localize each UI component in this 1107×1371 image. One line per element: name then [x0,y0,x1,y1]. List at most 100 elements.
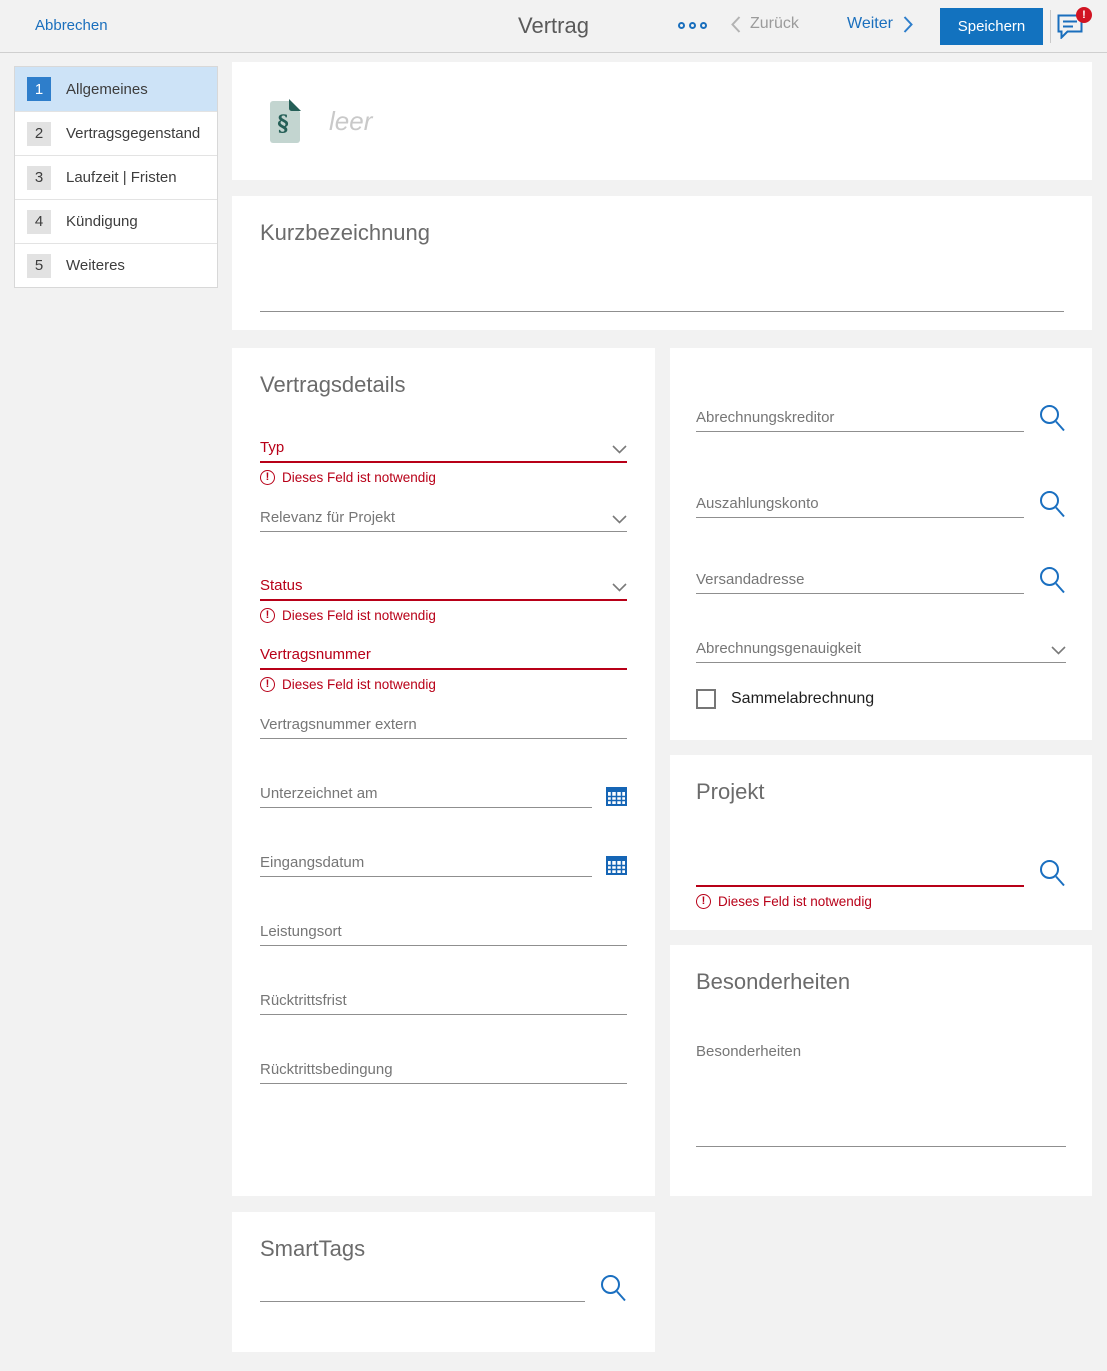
chevron-down-icon [1051,646,1066,655]
dot-icon [700,22,707,29]
eingangsdatum-label: Eingangsdatum [260,854,364,871]
vertragsnummer-input[interactable]: Vertragsnummer [260,645,627,670]
sidebar-item-vertragsgegenstand[interactable]: 2 Vertragsgegenstand [15,111,217,155]
search-icon[interactable] [1038,490,1066,518]
abrechnungskreditor-input[interactable]: Abrechnungskreditor [696,407,1024,432]
smarttags-input[interactable] [260,1277,585,1302]
eingangsdatum-field: Eingangsdatum [260,852,627,877]
back-label: Zurück [750,15,799,33]
kurzbezeichnung-card: Kurzbezeichnung [232,196,1092,330]
paragraph-document-icon: § [268,98,302,145]
sidebar-item-laufzeit-fristen[interactable]: 3 Laufzeit | Fristen [15,155,217,199]
record-name-placeholder[interactable]: leer [329,106,372,137]
save-button[interactable]: Speichern [940,8,1043,45]
search-icon[interactable] [599,1274,627,1302]
smarttags-title: SmartTags [260,1236,627,1262]
search-icon[interactable] [1038,859,1066,887]
projekt-card: Projekt ! Dieses Feld ist notwendig [670,755,1092,930]
eingangsdatum-input[interactable]: Eingangsdatum [260,852,592,877]
header-divider [1050,10,1051,43]
step-number: 5 [27,254,51,278]
kurzbezeichnung-input[interactable] [260,266,1064,312]
unterzeichnet-am-field: Unterzeichnet am [260,783,627,808]
vertragsnummer-error: ! Dieses Feld ist notwendig [260,675,627,693]
status-label: Status [260,577,303,594]
typ-field: Typ ! Dieses Feld ist notwendig [260,438,627,486]
projekt-title: Projekt [696,779,1066,805]
ruecktrittsfrist-label: Rücktrittsfrist [260,992,347,1009]
ruecktrittsfrist-input[interactable]: Rücktrittsfrist [260,990,627,1015]
error-icon: ! [260,608,275,623]
search-icon[interactable] [1038,404,1066,432]
sammelabrechnung-label: Sammelabrechnung [731,690,874,708]
record-header-card: § leer [232,62,1092,180]
sidebar-item-kuendigung[interactable]: 4 Kündigung [15,199,217,243]
status-dropdown[interactable]: Status [260,576,627,601]
projekt-field: ! Dieses Feld ist notwendig [696,859,1066,910]
abrechnungsgenauigkeit-field: Abrechnungsgenauigkeit [696,638,1066,663]
typ-error: ! Dieses Feld ist notwendig [260,468,627,486]
besonderheiten-title: Besonderheiten [696,969,1066,995]
more-options-button[interactable] [678,22,707,29]
step-label: Laufzeit | Fristen [66,169,177,186]
typ-label: Typ [260,439,284,456]
step-number: 3 [27,166,51,190]
sidebar-item-weiteres[interactable]: 5 Weiteres [15,243,217,287]
sidebar-item-allgemeines[interactable]: 1 Allgemeines [15,67,217,111]
chevron-right-icon [903,16,913,33]
status-field: Status ! Dieses Feld ist notwendig [260,576,627,624]
auszahlungskonto-field: Auszahlungskonto [696,490,1066,518]
versandadresse-label: Versandadresse [696,571,804,588]
vertragsdetails-title: Vertragsdetails [260,372,627,398]
dot-icon [678,22,685,29]
status-error: ! Dieses Feld ist notwendig [260,606,627,624]
sammelabrechnung-field: Sammelabrechnung [696,689,1066,709]
step-label: Vertragsgegenstand [66,125,200,142]
abrechnungsgenauigkeit-dropdown[interactable]: Abrechnungsgenauigkeit [696,638,1066,663]
calendar-icon[interactable] [606,787,627,806]
besonderheiten-textarea[interactable] [696,1060,1066,1147]
error-icon: ! [260,470,275,485]
error-icon: ! [696,894,711,909]
leistungsort-label: Leistungsort [260,923,342,940]
relevanz-dropdown[interactable]: Relevanz für Projekt [260,507,627,532]
step-number: 4 [27,210,51,234]
ruecktrittsbedingung-input[interactable]: Rücktrittsbedingung [260,1059,627,1084]
besonderheiten-label: Besonderheiten [696,1043,1066,1060]
typ-dropdown[interactable]: Typ [260,438,627,463]
vertragsnummer-extern-label: Vertragsnummer extern [260,716,417,733]
auszahlungskonto-label: Auszahlungskonto [696,495,819,512]
svg-text:§: § [277,111,289,137]
vertragsnummer-label: Vertragsnummer [260,646,371,663]
vertragsnummer-extern-input[interactable]: Vertragsnummer extern [260,714,627,739]
chevron-down-icon [612,445,627,454]
abrechnungsgenauigkeit-label: Abrechnungsgenauigkeit [696,640,861,657]
search-icon[interactable] [1038,566,1066,594]
versandadresse-input[interactable]: Versandadresse [696,569,1024,594]
dot-icon [689,22,696,29]
ruecktrittsfrist-field: Rücktrittsfrist [260,990,627,1015]
versandadresse-field: Versandadresse [696,566,1066,594]
ruecktrittsbedingung-label: Rücktrittsbedingung [260,1061,393,1078]
step-label: Allgemeines [66,81,148,98]
sammelabrechnung-checkbox[interactable] [696,689,716,709]
step-number: 2 [27,122,51,146]
step-label: Weiteres [66,257,125,274]
comments-button[interactable]: ! [1057,14,1084,40]
ruecktrittsbedingung-field: Rücktrittsbedingung [260,1059,627,1084]
relevanz-field: Relevanz für Projekt [260,507,627,532]
unterzeichnet-am-input[interactable]: Unterzeichnet am [260,783,592,808]
vertragsnummer-extern-field: Vertragsnummer extern [260,714,627,739]
error-icon: ! [260,677,275,692]
calendar-icon[interactable] [606,856,627,875]
step-label: Kündigung [66,213,138,230]
abrechnungskreditor-label: Abrechnungskreditor [696,409,834,426]
back-button[interactable]: Zurück [731,15,799,33]
projekt-error: ! Dieses Feld ist notwendig [696,892,1066,910]
leistungsort-input[interactable]: Leistungsort [260,921,627,946]
next-label: Weiter [847,15,893,33]
auszahlungskonto-input[interactable]: Auszahlungskonto [696,493,1024,518]
projekt-lookup-input[interactable] [696,862,1024,887]
next-button[interactable]: Weiter [847,15,913,33]
besonderheiten-card: Besonderheiten Besonderheiten [670,945,1092,1196]
